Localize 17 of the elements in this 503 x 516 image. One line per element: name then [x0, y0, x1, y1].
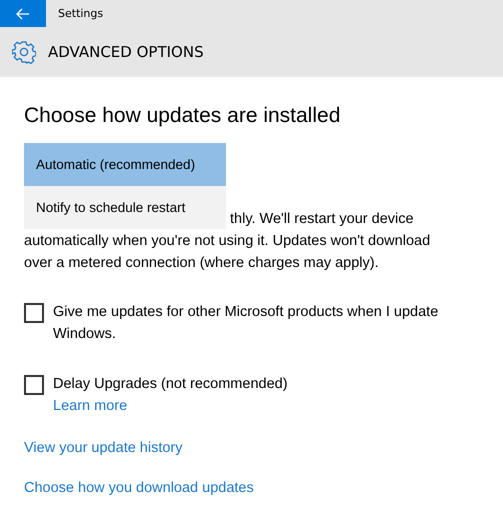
checkbox-label: Give me updates for other Microsoft products when I update Windows. [53, 303, 440, 344]
checkbox[interactable] [24, 303, 44, 323]
learn-more-link[interactable]: Learn more [53, 395, 128, 417]
description-text: thly. We'll restart your device [230, 210, 414, 229]
back-button[interactable] [0, 0, 46, 27]
dropdown-option[interactable]: Automatic (recommended) [24, 143, 226, 186]
page-title: ADVANCED OPTIONS [48, 43, 204, 61]
description-text: over a metered connection (where charges may apply). [24, 254, 379, 273]
description-text: automatically when you're not using it. Updates won't download [24, 232, 430, 251]
settings-icon [12, 40, 36, 64]
checkbox[interactable] [24, 375, 44, 395]
section-heading: Choose how updates are installed [24, 103, 342, 129]
window-title: Settings [58, 7, 104, 20]
link[interactable]: View your update history [24, 440, 183, 456]
back-arrow-icon [16, 8, 30, 20]
link[interactable]: Choose how you download updates [24, 480, 254, 496]
checkbox-label: Delay Upgrades (not recommended) [53, 375, 288, 394]
